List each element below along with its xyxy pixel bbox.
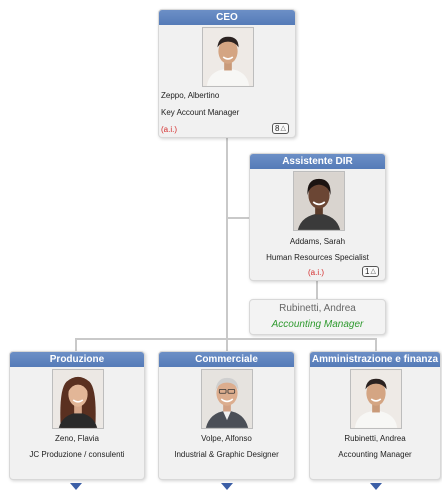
- department-header: Commerciale: [159, 352, 294, 367]
- ceo-photo: [202, 27, 254, 87]
- department-person-name: Zeno, Flavia: [54, 434, 100, 443]
- assistant-staff-name: Rubinetti, Andrea: [279, 303, 356, 314]
- triangle-up-icon: △: [280, 125, 286, 132]
- department-person-name: Volpe, Alfonso: [201, 434, 252, 443]
- person-photo-icon: [351, 370, 401, 428]
- expand-amministrazione-icon[interactable]: [370, 483, 382, 490]
- assistant-photo: [293, 171, 345, 231]
- department-person-role: JC Produzione / consulenti: [29, 450, 125, 459]
- ceo-card[interactable]: CEO Zeppo, Albertino Key Account Manager…: [158, 9, 296, 138]
- connector-assistant-branch: [228, 217, 250, 219]
- assistant-header: Assistente DIR: [250, 154, 385, 169]
- person-photo-icon: [203, 28, 253, 86]
- department-header: Amministrazione e finanza: [310, 352, 440, 367]
- assistant-staff-role: Accounting Manager: [271, 319, 364, 330]
- expand-produzione-icon[interactable]: [70, 483, 82, 490]
- department-card-produzione[interactable]: Produzione Zeno, Flavia JC Produzione / …: [9, 351, 145, 480]
- department-photo: [350, 369, 402, 429]
- ceo-role: Key Account Manager: [161, 108, 240, 117]
- connector-assistant-stub: [316, 281, 318, 299]
- person-photo-icon: [202, 370, 252, 428]
- connector-dept-2: [226, 338, 228, 352]
- ceo-badge-count: 8: [275, 124, 280, 133]
- expand-commerciale-icon[interactable]: [221, 483, 233, 490]
- assistant-subordinates-badge[interactable]: 1 △: [362, 266, 379, 277]
- assistant-name: Addams, Sarah: [289, 237, 346, 246]
- department-card-amministrazione[interactable]: Amministrazione e finanza Rubinetti, And…: [309, 351, 441, 480]
- department-photo: [52, 369, 104, 429]
- department-header: Produzione: [10, 352, 144, 367]
- assistant-card[interactable]: Assistente DIR Addams, Sarah Human Resou…: [249, 153, 386, 281]
- connector-dept-1: [75, 338, 77, 352]
- ceo-name: Zeppo, Albertino: [161, 91, 220, 100]
- assistant-ai-tag: (a.i.): [308, 268, 324, 277]
- ceo-subordinates-badge[interactable]: 8 △: [272, 123, 289, 134]
- person-photo-icon: [294, 172, 344, 230]
- ceo-header: CEO: [159, 10, 295, 25]
- department-photo: [201, 369, 253, 429]
- department-person-name: Rubinetti, Andrea: [344, 434, 406, 443]
- person-photo-icon: [53, 370, 103, 428]
- ceo-ai-tag: (a.i.): [161, 125, 177, 134]
- assistant-badge-count: 1: [365, 267, 370, 276]
- department-person-role: Industrial & Graphic Designer: [174, 450, 279, 459]
- department-card-commerciale[interactable]: Commerciale Volpe, Alfonso Industrial & …: [158, 351, 295, 480]
- assistant-staff-box[interactable]: Rubinetti, Andrea Accounting Manager: [249, 299, 386, 335]
- triangle-up-icon: △: [370, 268, 376, 275]
- department-person-role: Accounting Manager: [338, 450, 412, 459]
- connector-ceo-trunk: [226, 138, 228, 338]
- connector-dept-3: [375, 338, 377, 352]
- assistant-role: Human Resources Specialist: [266, 253, 369, 262]
